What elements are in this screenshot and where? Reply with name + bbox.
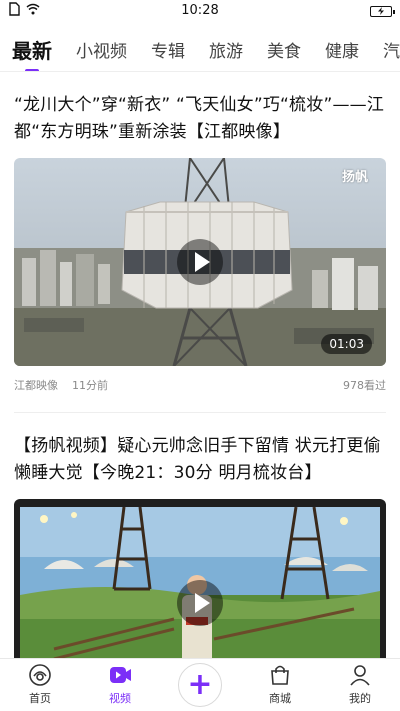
stage-scene-image xyxy=(14,499,386,658)
video-duration: 01:03 xyxy=(321,334,372,354)
video-icon xyxy=(107,662,133,688)
tab-health[interactable]: 健康 xyxy=(325,37,359,62)
nav-mine-label: 我的 xyxy=(349,692,371,705)
brand-watermark: 扬帆 xyxy=(341,170,368,185)
article-time: 11分前 xyxy=(72,379,108,392)
article-title[interactable]: 【扬帆视频】疑心元帅念旧手下留情 状元打更偷懒睡大觉【今晚21：30分 明月梳妆… xyxy=(14,413,386,487)
feed-item[interactable]: 【扬帆视频】疑心元帅念旧手下留情 状元打更偷懒睡大觉【今晚21：30分 明月梳妆… xyxy=(0,413,400,658)
home-icon xyxy=(27,662,53,688)
tab-album[interactable]: 专辑 xyxy=(151,37,185,62)
tab-latest[interactable]: 最新 xyxy=(12,35,52,64)
battery-icon xyxy=(370,5,395,17)
play-icon[interactable] xyxy=(177,239,223,285)
tab-travel[interactable]: 旅游 xyxy=(209,37,243,62)
user-icon xyxy=(347,662,373,688)
nav-video[interactable]: 视频 xyxy=(80,659,160,711)
view-count: 978看过 xyxy=(343,379,386,392)
category-tabs: 最新 小视频 专辑 旅游 美食 健康 汽车 xyxy=(0,28,400,72)
plus-icon[interactable]: + xyxy=(178,663,222,707)
play-icon[interactable] xyxy=(177,580,223,626)
nav-publish[interactable]: + xyxy=(160,659,240,711)
nav-mall-label: 商城 xyxy=(269,692,291,705)
nav-video-label: 视频 xyxy=(109,692,131,705)
article-title[interactable]: “龙川大个”穿“新衣” “飞天仙女”巧“梳妆”——江都“东方明珠”重新涂装【江都… xyxy=(14,72,386,146)
video-thumbnail[interactable] xyxy=(14,499,386,658)
status-time: 10:28 xyxy=(181,3,219,18)
nav-home[interactable]: 首页 xyxy=(0,659,80,711)
tab-short-video[interactable]: 小视频 xyxy=(76,37,127,62)
article-meta: 江都映像 11分前 978看过 xyxy=(14,366,386,392)
nav-home-label: 首页 xyxy=(29,692,51,705)
video-thumbnail[interactable]: 扬帆 01:03 xyxy=(14,158,386,366)
feed-item[interactable]: “龙川大个”穿“新衣” “飞天仙女”巧“梳妆”——江都“东方明珠”重新涂装【江都… xyxy=(0,72,400,392)
article-source[interactable]: 江都映像 xyxy=(14,379,58,392)
nav-mall[interactable]: 商城 xyxy=(240,659,320,711)
shopping-bag-icon xyxy=(267,662,293,688)
status-bar: 10:28 xyxy=(0,0,400,22)
news-feed: “龙川大个”穿“新衣” “飞天仙女”巧“梳妆”——江都“东方明珠”重新涂装【江都… xyxy=(0,72,400,658)
nav-mine[interactable]: 我的 xyxy=(320,659,400,711)
bottom-nav: 首页 视频 + 商城 我的 xyxy=(0,658,400,711)
tab-food[interactable]: 美食 xyxy=(267,37,301,62)
tab-auto[interactable]: 汽车 xyxy=(383,37,400,62)
